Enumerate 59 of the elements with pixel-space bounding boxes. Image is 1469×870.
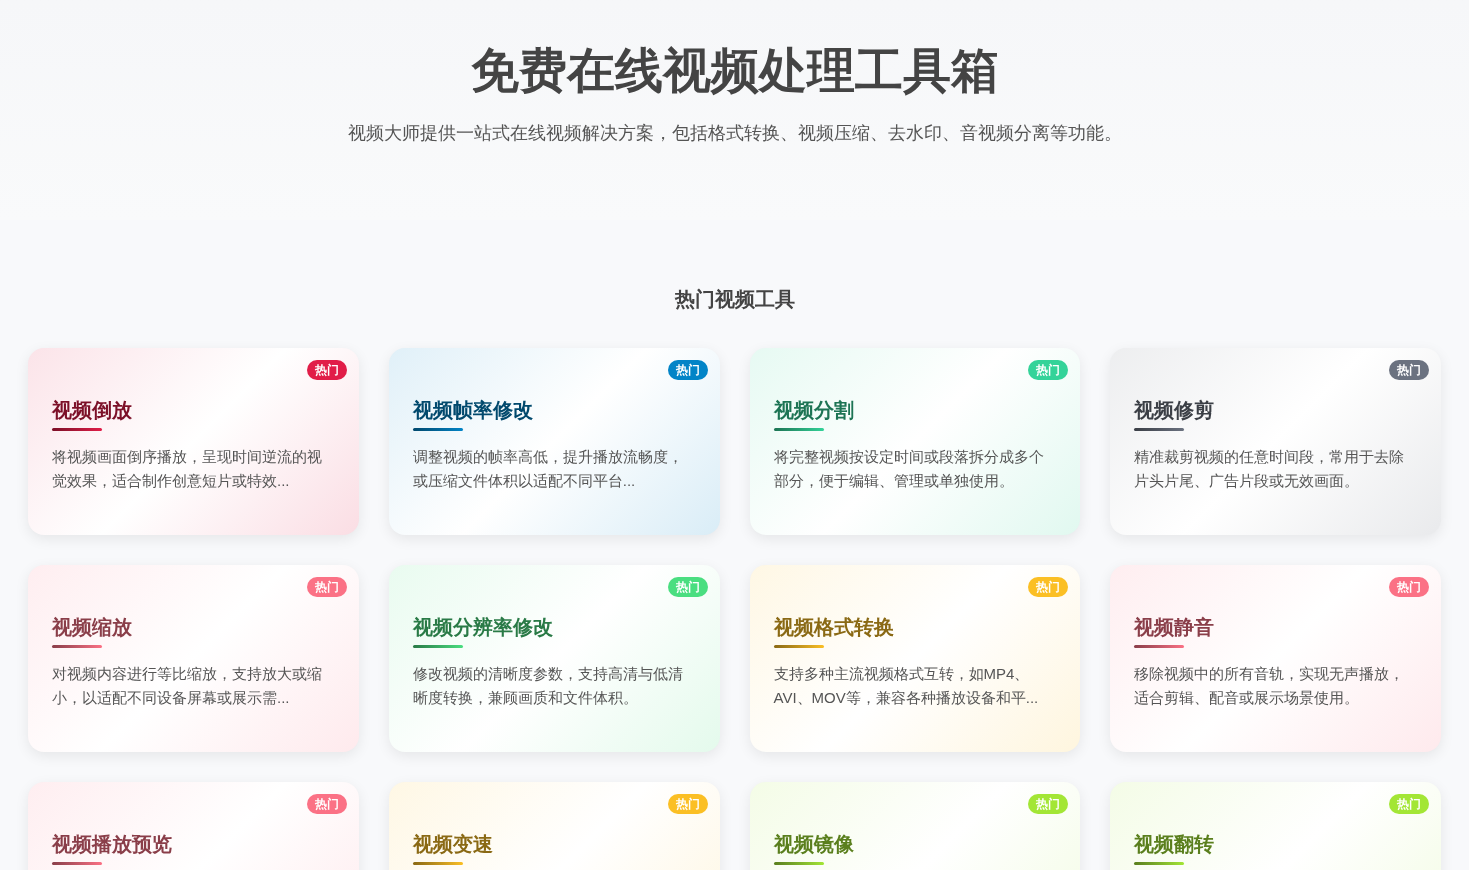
- card-title: 视频静音: [1134, 615, 1216, 640]
- card-description: 将视频画面倒序播放，呈现时间逆流的视觉效果，适合制作创意短片或特效...: [52, 447, 323, 491]
- hot-badge: 热门: [306, 577, 347, 597]
- tool-card[interactable]: 热门 视频分辨率修改 修改视频的清晰度参数，支持高清与低清晰度转换，兼顾画质和文件体积。: [388, 565, 720, 752]
- tool-card[interactable]: 热门 视频翻转: [1110, 782, 1441, 870]
- card-title: 视频播放预览: [52, 832, 173, 857]
- title-underline: [1134, 645, 1185, 648]
- card-description: 支持多种主流视频格式互转，如MP4、AVI、MOV等，兼容各种播放设备和平...: [773, 664, 1040, 708]
- card-description: 将完整视频按设定时间或段落拆分成多个部分，便于编辑、管理或单独使用。: [773, 447, 1045, 491]
- card-title: 视频帧率修改: [412, 398, 534, 423]
- title-underline: [52, 428, 102, 431]
- hot-badge: 热门: [667, 360, 708, 380]
- card-title: 视频分辨率修改: [412, 615, 554, 640]
- title-underline: [412, 862, 463, 865]
- hot-badge: 热门: [1028, 577, 1069, 597]
- tool-card[interactable]: 热门 视频静音 移除视频中的所有音轨，实现无声播放，适合剪辑、配音或展示场景使用。: [1110, 565, 1441, 752]
- title-underline: [52, 862, 102, 865]
- title-underline: [1134, 862, 1185, 865]
- hot-badge: 热门: [306, 794, 347, 814]
- tool-card[interactable]: 热门 视频播放预览: [28, 782, 359, 870]
- hot-badge: 热门: [667, 577, 708, 597]
- hot-badge: 热门: [1389, 794, 1429, 814]
- title-underline: [52, 645, 102, 648]
- tool-card[interactable]: 热门 视频镜像: [749, 782, 1081, 870]
- tool-card[interactable]: 热门 视频格式转换 支持多种主流视频格式互转，如MP4、AVI、MOV等，兼容各种播放设备和平...: [749, 565, 1081, 752]
- tool-card[interactable]: 热门 视频变速: [388, 782, 720, 870]
- hot-badge: 热门: [1028, 360, 1069, 380]
- card-title: 视频格式转换: [773, 615, 895, 640]
- card-title: 视频变速: [412, 832, 494, 857]
- card-title: 视频缩放: [52, 615, 133, 640]
- page-title: 免费在线视频处理工具箱: [470, 43, 999, 99]
- tool-card[interactable]: 热门 视频倒放 将视频画面倒序播放，呈现时间逆流的视觉效果，适合制作创意短片或特效...: [28, 348, 359, 535]
- title-underline: [412, 645, 463, 648]
- card-description: 调整视频的帧率高低，提升播放流畅度，或压缩文件体积以适配不同平台...: [412, 447, 684, 491]
- tool-card[interactable]: 热门 视频缩放 对视频内容进行等比缩放，支持放大或缩小，以适配不同设备屏幕或展示需...: [28, 565, 359, 752]
- card-description: 移除视频中的所有音轨，实现无声播放，适合剪辑、配音或展示场景使用。: [1134, 664, 1406, 708]
- tool-card[interactable]: 热门 视频修剪 精准裁剪视频的任意时间段，常用于去除片头片尾、广告片段或无效画面。: [1110, 348, 1441, 535]
- hot-badge: 热门: [667, 794, 708, 814]
- card-description: 精准裁剪视频的任意时间段，常用于去除片头片尾、广告片段或无效画面。: [1134, 447, 1406, 491]
- title-underline: [1134, 428, 1185, 431]
- card-description: 对视频内容进行等比缩放，支持放大或缩小，以适配不同设备屏幕或展示需...: [52, 664, 323, 708]
- card-title: 视频修剪: [1134, 398, 1216, 423]
- section-title: 热门视频工具: [673, 287, 796, 312]
- hot-badge: 热门: [306, 360, 347, 380]
- card-title: 视频倒放: [52, 398, 133, 423]
- title-underline: [412, 428, 463, 431]
- title-underline: [773, 645, 824, 648]
- title-underline: [773, 428, 824, 431]
- hot-badge: 热门: [1389, 577, 1429, 597]
- card-title: 视频翻转: [1134, 832, 1216, 857]
- title-underline: [773, 862, 824, 865]
- tool-card[interactable]: 热门 视频分割 将完整视频按设定时间或段落拆分成多个部分，便于编辑、管理或单独使用。: [749, 348, 1081, 535]
- page-subtitle: 视频大师提供一站式在线视频解决方案，包括格式转换、视频压缩、去水印、音视频分离等功能。: [347, 122, 1122, 145]
- card-title: 视频分割: [773, 398, 855, 423]
- hot-badge: 热门: [1028, 794, 1069, 814]
- hot-badge: 热门: [1389, 360, 1429, 380]
- tool-card[interactable]: 热门 视频帧率修改 调整视频的帧率高低，提升播放流畅度，或压缩文件体积以适配不同平台...: [388, 348, 720, 535]
- card-title: 视频镜像: [773, 832, 855, 857]
- card-description: 修改视频的清晰度参数，支持高清与低清晰度转换，兼顾画质和文件体积。: [412, 664, 684, 708]
